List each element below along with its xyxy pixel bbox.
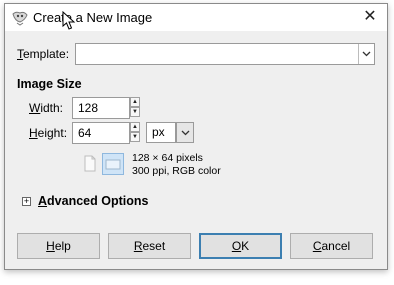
image-size-heading: Image Size (17, 77, 82, 91)
chevron-down-icon (181, 130, 189, 135)
height-input[interactable]: 64 (72, 122, 130, 144)
unit-combo[interactable]: px (146, 122, 176, 143)
width-stepper[interactable]: ▲ ▼ (130, 97, 140, 117)
landscape-orientation-icon[interactable] (102, 153, 124, 175)
height-stepper[interactable]: ▲ ▼ (130, 122, 140, 142)
gimp-app-icon (11, 10, 29, 26)
help-button[interactable]: Help (17, 233, 100, 259)
image-dimensions-info: 128 × 64 pixels (132, 152, 203, 164)
unit-dropdown-button[interactable] (176, 122, 194, 143)
create-image-dialog: Create a New Image ✕ Template: Image Siz… (4, 3, 388, 270)
close-icon[interactable]: ✕ (359, 7, 381, 27)
height-label: Height: (29, 126, 68, 140)
width-input[interactable]: 128 (72, 97, 130, 119)
height-increment-icon[interactable]: ▲ (130, 122, 140, 132)
reset-button[interactable]: Reset (108, 233, 191, 259)
height-decrement-icon[interactable]: ▼ (130, 132, 140, 142)
width-label: Width: (29, 101, 64, 115)
width-increment-icon[interactable]: ▲ (130, 97, 140, 107)
template-label: Template: (17, 47, 70, 61)
portrait-orientation-icon[interactable] (82, 154, 98, 174)
template-combo[interactable] (75, 43, 375, 65)
advanced-options-expander[interactable]: Advanced Options (38, 194, 148, 208)
ok-button[interactable]: OK (199, 233, 282, 259)
mouse-pointer-icon (62, 10, 76, 31)
width-decrement-icon[interactable]: ▼ (130, 107, 140, 117)
image-resolution-info: 300 ppi, RGB color (132, 165, 221, 177)
expand-plus-icon[interactable]: + (22, 197, 31, 206)
window-title: Create a New Image (33, 10, 153, 25)
chevron-down-icon (358, 44, 374, 64)
cancel-button[interactable]: Cancel (290, 233, 373, 259)
